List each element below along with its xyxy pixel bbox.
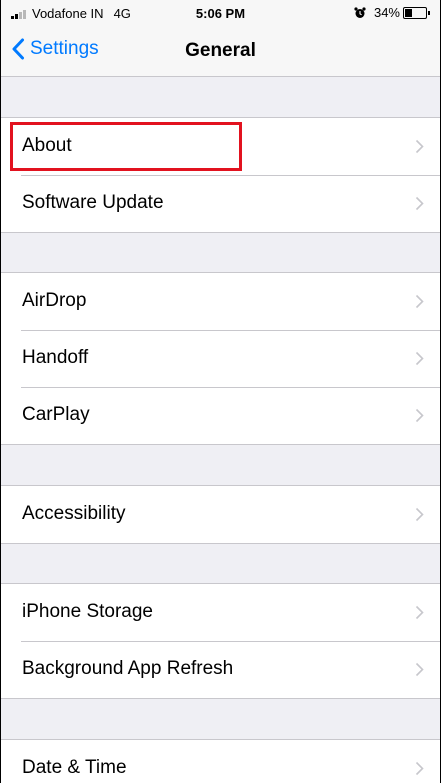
battery-fill xyxy=(405,8,412,17)
row-label: Handoff xyxy=(22,347,89,368)
chevron-right-icon xyxy=(415,294,424,309)
chevron-right-icon xyxy=(415,761,424,776)
settings-row-background-app-refresh[interactable]: Background App Refresh xyxy=(1,641,440,698)
chevron-right-icon xyxy=(415,605,424,620)
chevron-right-icon xyxy=(415,507,424,522)
row-label: Background App Refresh xyxy=(22,658,234,679)
settings-row-software-update[interactable]: Software Update xyxy=(1,175,440,232)
alarm-icon xyxy=(354,6,366,18)
settings-row-accessibility[interactable]: Accessibility xyxy=(1,486,440,543)
settings-general-screen: Vodafone IN 4G 5:06 PM 34% Settings Gene… xyxy=(1,0,440,783)
row-label: About xyxy=(22,135,72,156)
navigation-bar: Settings General xyxy=(1,26,440,77)
row-label: Software Update xyxy=(22,192,164,213)
settings-row-carplay[interactable]: CarPlay xyxy=(1,387,440,444)
settings-row-date-time[interactable]: Date & Time xyxy=(1,740,440,783)
page-title: General xyxy=(185,40,256,61)
battery-tip xyxy=(428,10,430,15)
battery-percent: 34% xyxy=(373,5,400,20)
row-label: CarPlay xyxy=(22,404,90,425)
battery-icon xyxy=(403,6,427,19)
chevron-right-icon xyxy=(415,351,424,366)
chevron-right-icon xyxy=(415,196,424,211)
settings-group: About Software Update xyxy=(1,117,440,233)
chevron-right-icon xyxy=(415,662,424,677)
row-label: iPhone Storage xyxy=(22,601,153,622)
settings-row-handoff[interactable]: Handoff xyxy=(1,330,440,387)
chevron-right-icon xyxy=(415,408,424,423)
row-label: AirDrop xyxy=(22,290,87,311)
settings-row-about[interactable]: About xyxy=(1,118,440,175)
status-right: 34% xyxy=(354,5,430,20)
row-label: Date & Time xyxy=(22,757,127,778)
settings-group: Date & Time xyxy=(1,739,440,783)
settings-row-iphone-storage[interactable]: iPhone Storage xyxy=(1,584,440,641)
chevron-right-icon xyxy=(415,139,424,154)
settings-group: iPhone Storage Background App Refresh xyxy=(1,583,440,699)
settings-group: AirDrop Handoff CarPlay xyxy=(1,272,440,445)
settings-row-airdrop[interactable]: AirDrop xyxy=(1,273,440,330)
row-label: Accessibility xyxy=(22,503,126,524)
status-bar: Vodafone IN 4G 5:06 PM 34% xyxy=(1,0,440,26)
settings-group: Accessibility xyxy=(1,485,440,544)
